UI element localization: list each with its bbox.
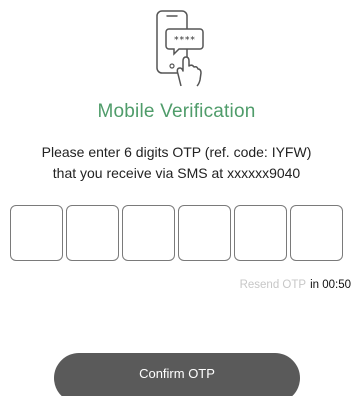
otp-digit-1[interactable] <box>10 205 63 261</box>
resend-row: Resend OTP in 00:50 <box>240 279 351 291</box>
phone-sms-otp-icon: **** <box>156 10 204 87</box>
confirm-otp-button[interactable]: Confirm OTP <box>54 353 300 396</box>
otp-digit-6[interactable] <box>290 205 343 261</box>
otp-mask-text: **** <box>174 36 196 46</box>
otp-instructions: Please enter 6 digits OTP (ref. code: IY… <box>0 142 353 184</box>
otp-digit-5[interactable] <box>234 205 287 261</box>
mobile-verification-screen: **** Mobile Verification Please enter 6 … <box>0 0 353 396</box>
resend-otp-link[interactable]: Resend OTP <box>240 279 306 291</box>
instructions-line-1: Please enter 6 digits OTP (ref. code: IY… <box>41 144 312 160</box>
otp-digit-2[interactable] <box>66 205 119 261</box>
otp-digit-3[interactable] <box>122 205 175 261</box>
otp-input-group <box>10 205 346 261</box>
resend-timer: in 00:50 <box>310 279 351 291</box>
otp-digit-4[interactable] <box>178 205 231 261</box>
instructions-line-2: that you receive via SMS at xxxxxx9040 <box>52 165 301 181</box>
page-title: Mobile Verification <box>97 101 256 122</box>
